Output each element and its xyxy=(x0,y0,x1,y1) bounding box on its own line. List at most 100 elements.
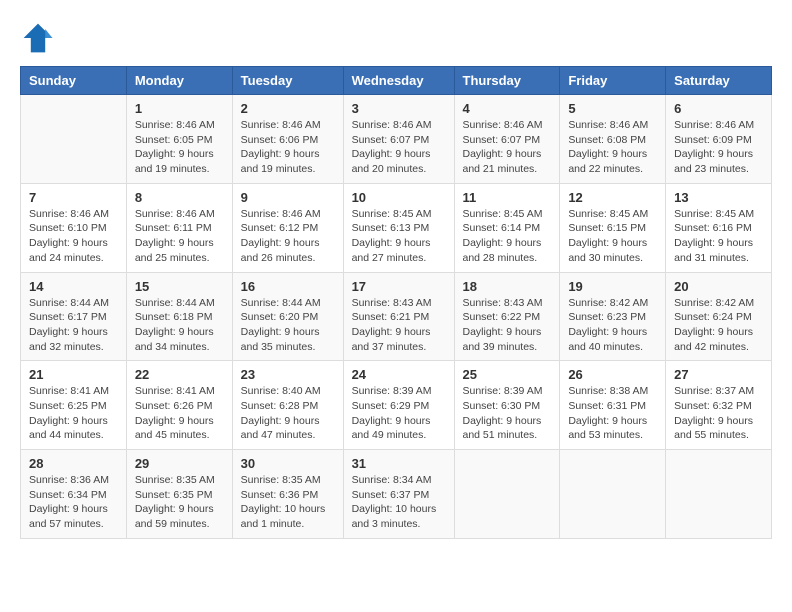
calendar-table: SundayMondayTuesdayWednesdayThursdayFrid… xyxy=(20,66,772,539)
calendar-cell: 17 Sunrise: 8:43 AM Sunset: 6:21 PM Dayli… xyxy=(343,272,454,361)
day-info: Sunrise: 8:41 AM Sunset: 6:26 PM Dayligh… xyxy=(135,384,224,443)
day-info: Sunrise: 8:45 AM Sunset: 6:14 PM Dayligh… xyxy=(463,207,552,266)
day-number: 9 xyxy=(241,190,335,205)
calendar-cell: 31 Sunrise: 8:34 AM Sunset: 6:37 PM Dayli… xyxy=(343,450,454,539)
day-info: Sunrise: 8:46 AM Sunset: 6:11 PM Dayligh… xyxy=(135,207,224,266)
day-number: 1 xyxy=(135,101,224,116)
day-header-tuesday: Tuesday xyxy=(232,67,343,95)
day-header-friday: Friday xyxy=(560,67,666,95)
calendar-cell: 1 Sunrise: 8:46 AM Sunset: 6:05 PM Daylig… xyxy=(126,95,232,184)
page-header xyxy=(20,20,772,56)
day-number: 20 xyxy=(674,279,763,294)
calendar-cell: 24 Sunrise: 8:39 AM Sunset: 6:29 PM Dayli… xyxy=(343,361,454,450)
calendar-cell: 29Sunrise: 8:35 AM Sunset: 6:35 PM Dayli… xyxy=(126,450,232,539)
day-header-sunday: Sunday xyxy=(21,67,127,95)
day-number: 18 xyxy=(463,279,552,294)
day-info: Sunrise: 8:35 AM Sunset: 6:36 PM Dayligh… xyxy=(241,473,335,532)
day-info: Sunrise: 8:34 AM Sunset: 6:37 PM Dayligh… xyxy=(352,473,446,532)
day-info: Sunrise: 8:44 AM Sunset: 6:17 PM Dayligh… xyxy=(29,296,118,355)
calendar-cell: 22 Sunrise: 8:41 AM Sunset: 6:26 PM Dayli… xyxy=(126,361,232,450)
day-number: 8 xyxy=(135,190,224,205)
day-info: Sunrise: 8:43 AM Sunset: 6:21 PM Dayligh… xyxy=(352,296,446,355)
day-number: 5 xyxy=(568,101,657,116)
calendar-week-row: 28 Sunrise: 8:36 AM Sunset: 6:34 PM Dayli… xyxy=(21,450,772,539)
day-info: Sunrise: 8:46 AM Sunset: 6:10 PM Dayligh… xyxy=(29,207,118,266)
calendar-cell: 16 Sunrise: 8:44 AM Sunset: 6:20 PM Dayli… xyxy=(232,272,343,361)
calendar-cell: 5 Sunrise: 8:46 AM Sunset: 6:08 PM Daylig… xyxy=(560,95,666,184)
calendar-cell: 13Sunrise: 8:45 AM Sunset: 6:16 PM Dayli… xyxy=(666,183,772,272)
day-info: Sunrise: 8:39 AM Sunset: 6:29 PM Dayligh… xyxy=(352,384,446,443)
day-info: Sunrise: 8:38 AM Sunset: 6:31 PM Dayligh… xyxy=(568,384,657,443)
day-info: Sunrise: 8:39 AM Sunset: 6:30 PM Dayligh… xyxy=(463,384,552,443)
day-number: 7 xyxy=(29,190,118,205)
logo-icon xyxy=(20,20,56,56)
day-number: 11 xyxy=(463,190,552,205)
day-number: 27 xyxy=(674,367,763,382)
calendar-cell: 3Sunrise: 8:46 AM Sunset: 6:07 PM Daylig… xyxy=(343,95,454,184)
calendar-cell: 21 Sunrise: 8:41 AM Sunset: 6:25 PM Dayli… xyxy=(21,361,127,450)
day-info: Sunrise: 8:40 AM Sunset: 6:28 PM Dayligh… xyxy=(241,384,335,443)
day-number: 28 xyxy=(29,456,118,471)
calendar-cell: 23Sunrise: 8:40 AM Sunset: 6:28 PM Dayli… xyxy=(232,361,343,450)
calendar-cell: 9 Sunrise: 8:46 AM Sunset: 6:12 PM Daylig… xyxy=(232,183,343,272)
day-info: Sunrise: 8:46 AM Sunset: 6:07 PM Dayligh… xyxy=(463,118,552,177)
day-number: 2 xyxy=(241,101,335,116)
calendar-cell: 6 Sunrise: 8:46 AM Sunset: 6:09 PM Daylig… xyxy=(666,95,772,184)
calendar-cell: 20 Sunrise: 8:42 AM Sunset: 6:24 PM Dayli… xyxy=(666,272,772,361)
calendar-week-row: 14Sunrise: 8:44 AM Sunset: 6:17 PM Dayli… xyxy=(21,272,772,361)
calendar-cell: 12 Sunrise: 8:45 AM Sunset: 6:15 PM Dayli… xyxy=(560,183,666,272)
day-info: Sunrise: 8:45 AM Sunset: 6:16 PM Dayligh… xyxy=(674,207,763,266)
day-number: 26 xyxy=(568,367,657,382)
day-info: Sunrise: 8:45 AM Sunset: 6:15 PM Dayligh… xyxy=(568,207,657,266)
day-number: 22 xyxy=(135,367,224,382)
logo xyxy=(20,20,60,56)
day-info: Sunrise: 8:42 AM Sunset: 6:23 PM Dayligh… xyxy=(568,296,657,355)
day-number: 24 xyxy=(352,367,446,382)
calendar-cell: 11 Sunrise: 8:45 AM Sunset: 6:14 PM Dayli… xyxy=(454,183,560,272)
day-number: 25 xyxy=(463,367,552,382)
calendar-cell: 18 Sunrise: 8:43 AM Sunset: 6:22 PM Dayli… xyxy=(454,272,560,361)
day-info: Sunrise: 8:44 AM Sunset: 6:20 PM Dayligh… xyxy=(241,296,335,355)
calendar-cell: 27 Sunrise: 8:37 AM Sunset: 6:32 PM Dayli… xyxy=(666,361,772,450)
day-info: Sunrise: 8:44 AM Sunset: 6:18 PM Dayligh… xyxy=(135,296,224,355)
day-info: Sunrise: 8:46 AM Sunset: 6:09 PM Dayligh… xyxy=(674,118,763,177)
calendar-cell: 14Sunrise: 8:44 AM Sunset: 6:17 PM Dayli… xyxy=(21,272,127,361)
day-info: Sunrise: 8:37 AM Sunset: 6:32 PM Dayligh… xyxy=(674,384,763,443)
day-number: 16 xyxy=(241,279,335,294)
day-number: 10 xyxy=(352,190,446,205)
calendar-cell: 19Sunrise: 8:42 AM Sunset: 6:23 PM Dayli… xyxy=(560,272,666,361)
day-info: Sunrise: 8:46 AM Sunset: 6:08 PM Dayligh… xyxy=(568,118,657,177)
day-header-saturday: Saturday xyxy=(666,67,772,95)
day-number: 30 xyxy=(241,456,335,471)
day-number: 12 xyxy=(568,190,657,205)
calendar-cell: 8 Sunrise: 8:46 AM Sunset: 6:11 PM Daylig… xyxy=(126,183,232,272)
calendar-cell: 4 Sunrise: 8:46 AM Sunset: 6:07 PM Daylig… xyxy=(454,95,560,184)
calendar-cell: 25 Sunrise: 8:39 AM Sunset: 6:30 PM Dayli… xyxy=(454,361,560,450)
day-info: Sunrise: 8:42 AM Sunset: 6:24 PM Dayligh… xyxy=(674,296,763,355)
calendar-week-row: 1 Sunrise: 8:46 AM Sunset: 6:05 PM Daylig… xyxy=(21,95,772,184)
day-header-monday: Monday xyxy=(126,67,232,95)
day-number: 4 xyxy=(463,101,552,116)
calendar-header-row: SundayMondayTuesdayWednesdayThursdayFrid… xyxy=(21,67,772,95)
calendar-cell: 28 Sunrise: 8:36 AM Sunset: 6:34 PM Dayli… xyxy=(21,450,127,539)
day-info: Sunrise: 8:45 AM Sunset: 6:13 PM Dayligh… xyxy=(352,207,446,266)
calendar-cell xyxy=(666,450,772,539)
calendar-cell: 26 Sunrise: 8:38 AM Sunset: 6:31 PM Dayli… xyxy=(560,361,666,450)
day-info: Sunrise: 8:36 AM Sunset: 6:34 PM Dayligh… xyxy=(29,473,118,532)
day-info: Sunrise: 8:41 AM Sunset: 6:25 PM Dayligh… xyxy=(29,384,118,443)
calendar-cell: 30 Sunrise: 8:35 AM Sunset: 6:36 PM Dayli… xyxy=(232,450,343,539)
calendar-cell: 2Sunrise: 8:46 AM Sunset: 6:06 PM Daylig… xyxy=(232,95,343,184)
day-number: 6 xyxy=(674,101,763,116)
day-number: 21 xyxy=(29,367,118,382)
day-number: 31 xyxy=(352,456,446,471)
day-info: Sunrise: 8:46 AM Sunset: 6:05 PM Dayligh… xyxy=(135,118,224,177)
day-number: 17 xyxy=(352,279,446,294)
day-info: Sunrise: 8:43 AM Sunset: 6:22 PM Dayligh… xyxy=(463,296,552,355)
calendar-week-row: 7 Sunrise: 8:46 AM Sunset: 6:10 PM Daylig… xyxy=(21,183,772,272)
day-info: Sunrise: 8:46 AM Sunset: 6:12 PM Dayligh… xyxy=(241,207,335,266)
calendar-cell xyxy=(560,450,666,539)
calendar-week-row: 21 Sunrise: 8:41 AM Sunset: 6:25 PM Dayli… xyxy=(21,361,772,450)
calendar-cell xyxy=(454,450,560,539)
calendar-cell: 15Sunrise: 8:44 AM Sunset: 6:18 PM Dayli… xyxy=(126,272,232,361)
calendar-cell: 10 Sunrise: 8:45 AM Sunset: 6:13 PM Dayli… xyxy=(343,183,454,272)
